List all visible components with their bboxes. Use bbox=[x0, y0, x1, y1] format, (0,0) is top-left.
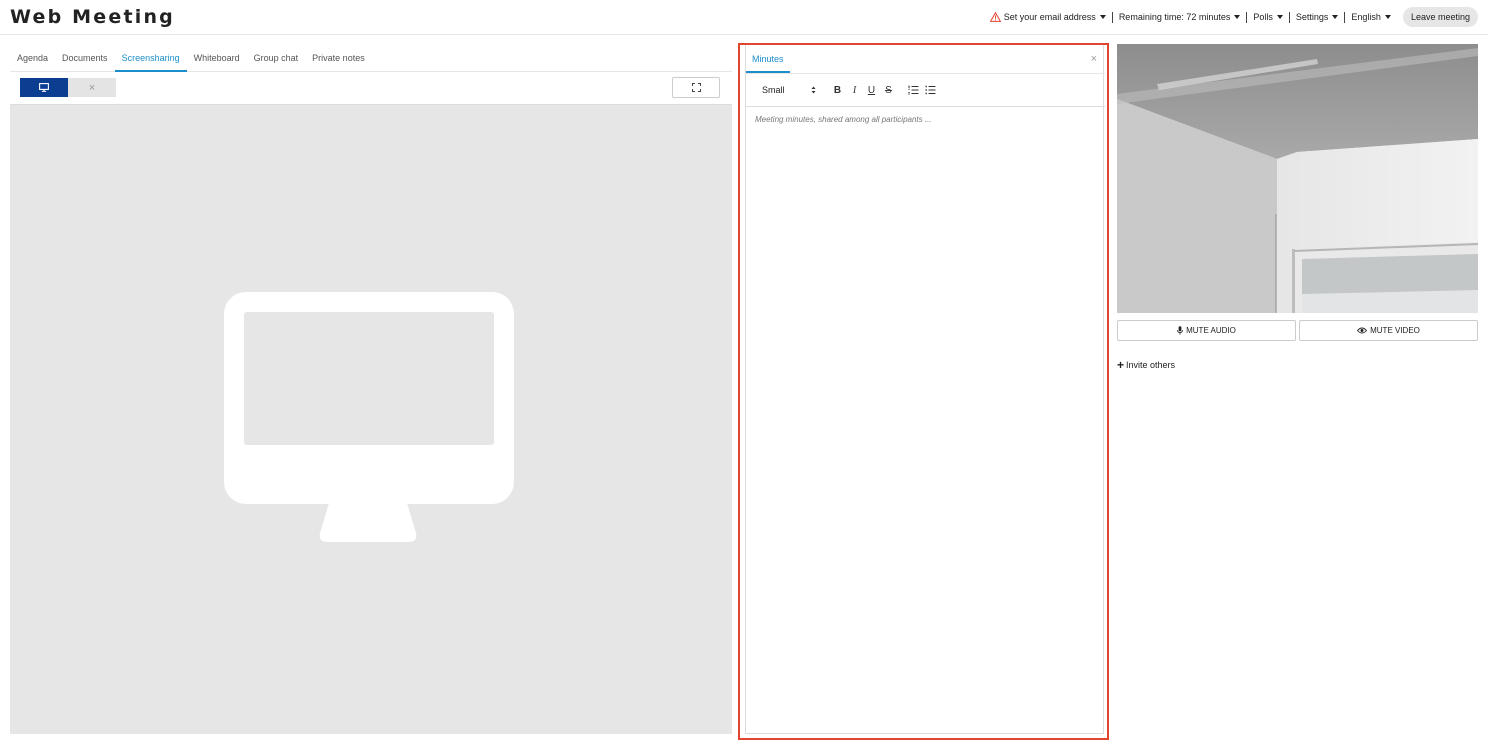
leave-meeting-button[interactable]: Leave meeting bbox=[1402, 7, 1478, 27]
plus-icon: + bbox=[1117, 358, 1125, 372]
tab-screensharing[interactable]: Screensharing bbox=[114, 44, 187, 72]
bullet-list-button[interactable] bbox=[922, 84, 939, 96]
chevron-down-icon bbox=[1332, 15, 1339, 19]
chevron-down-icon bbox=[1276, 15, 1283, 19]
eye-icon bbox=[1357, 327, 1368, 334]
tab-group-chat[interactable]: Group chat bbox=[247, 44, 306, 72]
strikethrough-button[interactable]: S bbox=[880, 85, 897, 96]
close-icon: × bbox=[88, 81, 96, 94]
fullscreen-icon bbox=[691, 83, 701, 92]
invite-others-link[interactable]: + Invite others bbox=[1117, 358, 1176, 372]
minutes-panel: Minutes × Small B I U S Meeting minutes,… bbox=[738, 43, 1109, 740]
email-menu[interactable]: Set your email address bbox=[984, 11, 1113, 23]
monitor-icon bbox=[224, 292, 514, 542]
invite-label: Invite others bbox=[1126, 360, 1176, 370]
chevron-down-icon bbox=[1234, 15, 1241, 19]
tab-whiteboard[interactable]: Whiteboard bbox=[187, 44, 247, 72]
minutes-container: Minutes × Small B I U S Meeting minutes,… bbox=[745, 45, 1105, 734]
italic-button[interactable]: I bbox=[846, 85, 863, 96]
tab-private-notes[interactable]: Private notes bbox=[305, 44, 372, 72]
remaining-time-label: Remaining time: 72 minutes bbox=[1118, 11, 1231, 22]
underline-button[interactable]: U bbox=[863, 85, 880, 96]
ordered-list-icon bbox=[908, 85, 919, 95]
main-tabs: Agenda Documents Screensharing Whiteboar… bbox=[10, 44, 732, 72]
polls-label: Polls bbox=[1253, 11, 1273, 22]
stop-screenshare-button[interactable]: × bbox=[68, 78, 116, 97]
microphone-icon bbox=[1177, 326, 1183, 335]
tab-documents[interactable]: Documents bbox=[55, 44, 115, 72]
email-label: Set your email address bbox=[1003, 11, 1096, 22]
language-label: English bbox=[1351, 11, 1381, 22]
ordered-list-button[interactable] bbox=[905, 84, 922, 96]
settings-label: Settings bbox=[1295, 11, 1329, 22]
updown-arrows-icon bbox=[811, 86, 816, 94]
bold-button[interactable]: B bbox=[829, 85, 846, 96]
chevron-down-icon bbox=[1384, 15, 1391, 19]
mute-video-label: MUTE VIDEO bbox=[1370, 326, 1420, 335]
video-feed bbox=[1117, 44, 1478, 313]
minutes-editor[interactable]: Meeting minutes, shared among all partic… bbox=[746, 107, 1105, 734]
fullscreen-button[interactable] bbox=[672, 77, 720, 98]
settings-menu[interactable]: Settings bbox=[1290, 11, 1346, 23]
bullet-list-icon bbox=[925, 85, 936, 95]
start-screenshare-button[interactable] bbox=[20, 78, 68, 97]
app-logo: Web Meeting bbox=[10, 6, 175, 28]
editor-placeholder: Meeting minutes, shared among all partic… bbox=[755, 115, 932, 124]
mute-video-button[interactable]: MUTE VIDEO bbox=[1299, 320, 1478, 341]
language-menu[interactable]: English bbox=[1345, 12, 1397, 23]
tab-agenda[interactable]: Agenda bbox=[10, 44, 55, 72]
editor-toolbar: Small B I U S bbox=[746, 74, 1105, 107]
font-size-select[interactable]: Small bbox=[762, 85, 816, 95]
warning-icon bbox=[989, 12, 1001, 22]
polls-menu[interactable]: Polls bbox=[1247, 11, 1290, 23]
mute-audio-button[interactable]: MUTE AUDIO bbox=[1117, 320, 1296, 341]
top-navigation: Set your email address Remaining time: 7… bbox=[984, 7, 1478, 27]
font-size-value: Small bbox=[762, 85, 785, 95]
chevron-down-icon bbox=[1099, 15, 1106, 19]
header: Web Meeting Set your email address Remai… bbox=[0, 0, 1488, 35]
screenshare-toolbar: × bbox=[10, 72, 732, 105]
screenshare-area bbox=[10, 105, 732, 734]
monitor-icon bbox=[39, 83, 49, 92]
mute-audio-label: MUTE AUDIO bbox=[1186, 326, 1236, 335]
camera-image bbox=[1117, 44, 1478, 313]
close-minutes-button[interactable]: × bbox=[1091, 53, 1097, 65]
tab-minutes[interactable]: Minutes bbox=[746, 45, 790, 73]
remaining-time-menu[interactable]: Remaining time: 72 minutes bbox=[1113, 11, 1248, 23]
